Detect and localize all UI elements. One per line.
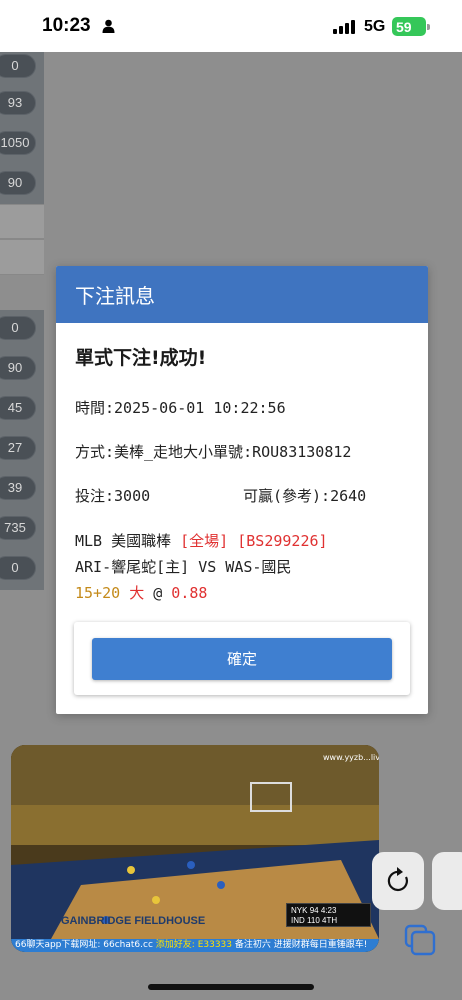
bg-divider [0,204,44,239]
person-icon [102,19,115,33]
bg-odds-pill: 39 [0,476,36,500]
bg-odds-pill: 1050 [0,131,36,155]
at-symbol: @ [153,584,163,602]
scoreboard-row-2: IND 110 4TH [291,916,337,925]
status-time: 10:23 [42,15,91,36]
bet-period: [全場] [180,532,229,550]
confirm-button[interactable]: 確定 [92,638,392,680]
league-name: MLB 美國職棒 [75,532,172,550]
dialog-title: 下注訊息 [75,284,155,308]
ticker-right: 备注初六 进援财群每日重锤跟车! [234,940,368,950]
bet-stake: 投注:3000 [75,487,151,505]
team1-score: 94 [309,906,319,915]
bet-pick: 大 [129,584,145,602]
bg-divider [0,239,44,275]
button-panel: 確定 [74,622,410,695]
game-clock: 4:23 [320,906,337,915]
bg-odds-pill: 90 [0,171,36,195]
more-button[interactable] [432,852,462,910]
bg-odds-pill: 93 [0,91,36,115]
bg-odds-pill: 90 [0,356,36,380]
team2-score: 110 [307,916,320,925]
court-text: GAINBRIDGE FIELDHOUSE [61,915,206,927]
team1-abbr: NYK [291,906,308,915]
bet-line-total: 15+20 [75,584,121,602]
bet-matchup: ARI-響尾蛇[主] VS WAS-國民 [75,558,292,576]
bet-method: 方式:美棒_走地大小單號:ROU83130812 [75,443,352,461]
signal-bars-icon [333,20,355,34]
bet-code: [BS299226] [237,532,328,550]
ad-ticker: 66聊天app下载网址: 66chat6.cc 添加好友: E33333 备注初… [11,939,379,952]
battery-tip [427,24,430,30]
bet-potential-win: 可贏(參考):2640 [243,487,367,505]
tabs-icon[interactable] [400,920,442,960]
network-label: 5G [364,18,386,35]
battery-level: 59 [396,19,412,35]
bg-odds-pill: 45 [0,396,36,420]
ticker-mid: 添加好友: E33333 [155,940,233,950]
video-pip[interactable]: www.yyzb...live GAINBRIDGE FIELDHOUSE NY… [11,745,379,952]
reload-icon [387,867,408,891]
reload-button[interactable] [372,852,424,910]
stream-watermark: www.yyzb...live [323,753,379,762]
bg-odds-pill: 0 [0,556,36,580]
team2-abbr: IND [291,916,305,925]
bg-odds-pill: 27 [0,436,36,460]
bet-league-line: MLB 美國職棒 [全場] [BS299226] [75,530,328,551]
bg-odds-pill: 0 [0,54,36,78]
bet-time: 時間:2025-06-01 10:22:56 [75,399,286,417]
bg-odds-pill: 0 [0,316,36,340]
ticker-left: 66聊天app下载网址: 66chat6.cc [15,940,153,950]
game-quarter: 4TH [322,916,338,925]
bet-odds: 0.88 [171,584,208,602]
scoreboard: NYK 94 4:23 IND 110 4TH [286,903,371,927]
home-indicator[interactable] [148,984,314,990]
bet-info-dialog: 下注訊息 單式下注!成功! 時間:2025-06-01 10:22:56 方式:… [56,266,428,714]
bet-selection-line: 15+20 大 @ 0.88 [75,582,207,603]
success-message: 單式下注!成功! [75,347,207,369]
scoreboard-row-1: NYK 94 4:23 [291,906,336,915]
bg-odds-pill: 735 [0,516,36,540]
status-bar: 10:23 5G 59 [0,0,462,52]
battery-icon: 59 [392,17,426,36]
